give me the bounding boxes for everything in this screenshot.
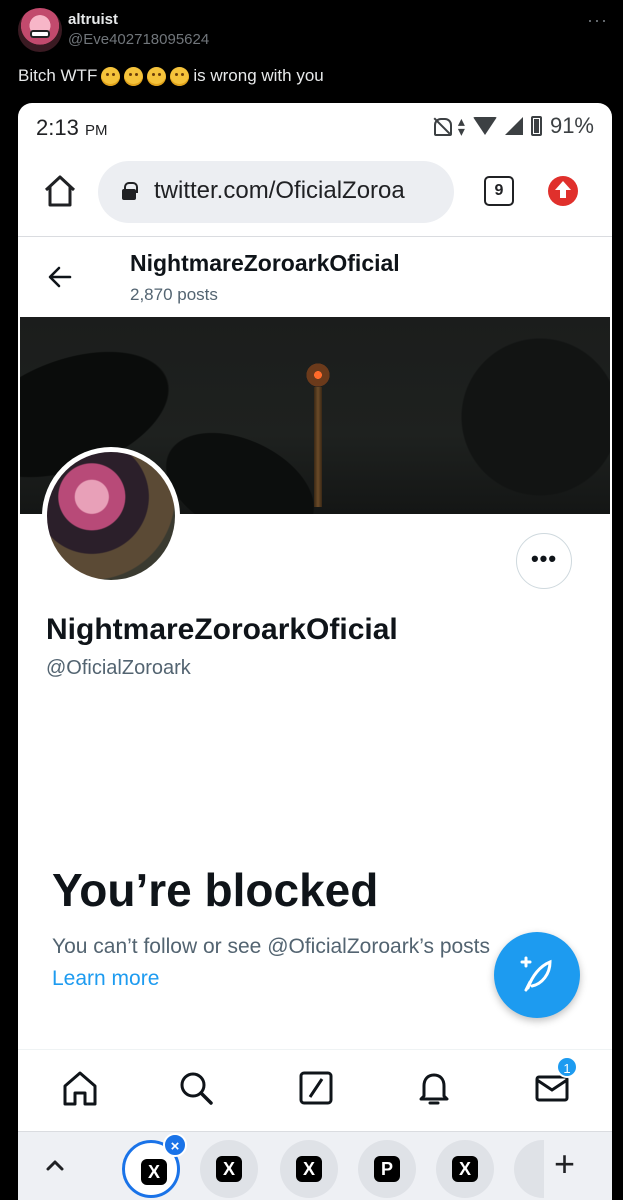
wifi-icon bbox=[472, 117, 497, 135]
clock-ampm: PM bbox=[84, 122, 108, 139]
x-logo-icon: X bbox=[296, 1156, 322, 1182]
address-bar[interactable]: twitter.com/OficialZoroa bbox=[98, 161, 454, 223]
new-tab-button[interactable]: + bbox=[554, 1146, 575, 1182]
profile-more-button[interactable]: ••• bbox=[516, 533, 572, 589]
banner-sword bbox=[314, 387, 322, 507]
profile-avatar-image bbox=[47, 452, 175, 580]
search-icon[interactable] bbox=[176, 1068, 216, 1108]
x-logo-icon: X bbox=[452, 1156, 478, 1182]
header-post-count: 2,870 posts bbox=[130, 285, 218, 304]
clock-time: 2:13 bbox=[36, 115, 79, 140]
home-icon[interactable] bbox=[60, 1068, 100, 1108]
tweet-header: altruist @Eve402718095624 ··· bbox=[18, 6, 608, 62]
notifications-icon[interactable] bbox=[414, 1068, 454, 1108]
lock-icon bbox=[122, 182, 138, 200]
flushed-emoji-icon bbox=[124, 66, 144, 86]
compose-feather-icon bbox=[520, 956, 552, 992]
compose-post-button[interactable] bbox=[494, 932, 580, 1018]
home-icon[interactable] bbox=[42, 173, 78, 209]
header-profile-name: NightmareZoroarkOficial bbox=[130, 250, 400, 276]
blocked-title: You’re blocked bbox=[52, 864, 379, 916]
tab-switcher-button[interactable]: 9 bbox=[484, 176, 514, 206]
worried-emoji-icon bbox=[170, 66, 190, 86]
tweet-author-name[interactable]: altruist bbox=[68, 11, 118, 28]
avatar[interactable] bbox=[18, 8, 62, 52]
messages-badge: 1 bbox=[556, 1056, 578, 1078]
tweet-text-end: is wrong with you bbox=[193, 66, 324, 85]
close-tab-icon[interactable]: × bbox=[163, 1133, 187, 1157]
browser-tab-active[interactable]: X × bbox=[122, 1133, 187, 1198]
browser-tab-strip: X × X X P X + bbox=[18, 1131, 612, 1200]
tweet-author-handle[interactable]: @Eve402718095624 bbox=[68, 31, 209, 48]
banner-emblem bbox=[300, 357, 336, 393]
patreon-icon: P bbox=[374, 1156, 400, 1182]
attached-screenshot[interactable]: 2:13 PM ▴ ▾ 91% twitter.com/OficialZoroa … bbox=[18, 103, 612, 1200]
unamused-emoji-icon bbox=[101, 66, 121, 86]
back-arrow-icon[interactable] bbox=[46, 263, 74, 291]
chevron-up-icon[interactable] bbox=[44, 1154, 66, 1176]
more-options-icon[interactable]: ··· bbox=[587, 10, 608, 31]
cell-signal-icon bbox=[504, 117, 523, 135]
browser-tab[interactable]: X bbox=[436, 1140, 494, 1198]
browser-tab[interactable]: X bbox=[200, 1140, 258, 1198]
astonished-emoji-icon bbox=[147, 66, 167, 86]
tweet-text: Bitch WTF is wrong with you bbox=[18, 66, 324, 86]
profile-avatar[interactable] bbox=[42, 447, 180, 585]
browser-tab[interactable]: P bbox=[358, 1140, 416, 1198]
battery-icon bbox=[530, 116, 542, 136]
browser-toolbar: twitter.com/OficialZoroa 9 bbox=[18, 149, 612, 237]
grok-icon[interactable] bbox=[296, 1068, 336, 1108]
status-time: 2:13 PM bbox=[36, 115, 107, 141]
profile-handle: @OficialZoroark bbox=[46, 657, 191, 679]
battery-percent: 91% bbox=[549, 113, 594, 138]
url-text[interactable]: twitter.com/OficialZoroa bbox=[154, 177, 444, 205]
x-logo-icon: X bbox=[216, 1156, 242, 1182]
blocked-message: You can’t follow or see @OficialZoroark’… bbox=[52, 935, 491, 958]
status-bar: 2:13 PM ▴ ▾ 91% bbox=[18, 103, 612, 149]
learn-more-link[interactable]: Learn more bbox=[52, 967, 159, 991]
data-arrows-icon: ▴ ▾ bbox=[457, 113, 465, 139]
browser-tab[interactable]: X bbox=[280, 1140, 338, 1198]
messages-tab[interactable]: 1 bbox=[532, 1056, 578, 1108]
update-icon[interactable] bbox=[548, 176, 578, 206]
profile-top-bar: NightmareZoroarkOficial 2,870 posts bbox=[18, 237, 612, 317]
tweet-text-start: Bitch WTF bbox=[18, 66, 98, 85]
bottom-navigation: 1 bbox=[18, 1049, 612, 1129]
status-icons: ▴ ▾ 91% bbox=[432, 113, 594, 139]
notifications-off-icon bbox=[432, 117, 452, 136]
browser-tab-partial[interactable] bbox=[514, 1140, 544, 1198]
profile-name: NightmareZoroarkOficial bbox=[46, 613, 398, 646]
x-logo-icon: X bbox=[141, 1159, 167, 1185]
banner-foliage bbox=[440, 317, 610, 514]
